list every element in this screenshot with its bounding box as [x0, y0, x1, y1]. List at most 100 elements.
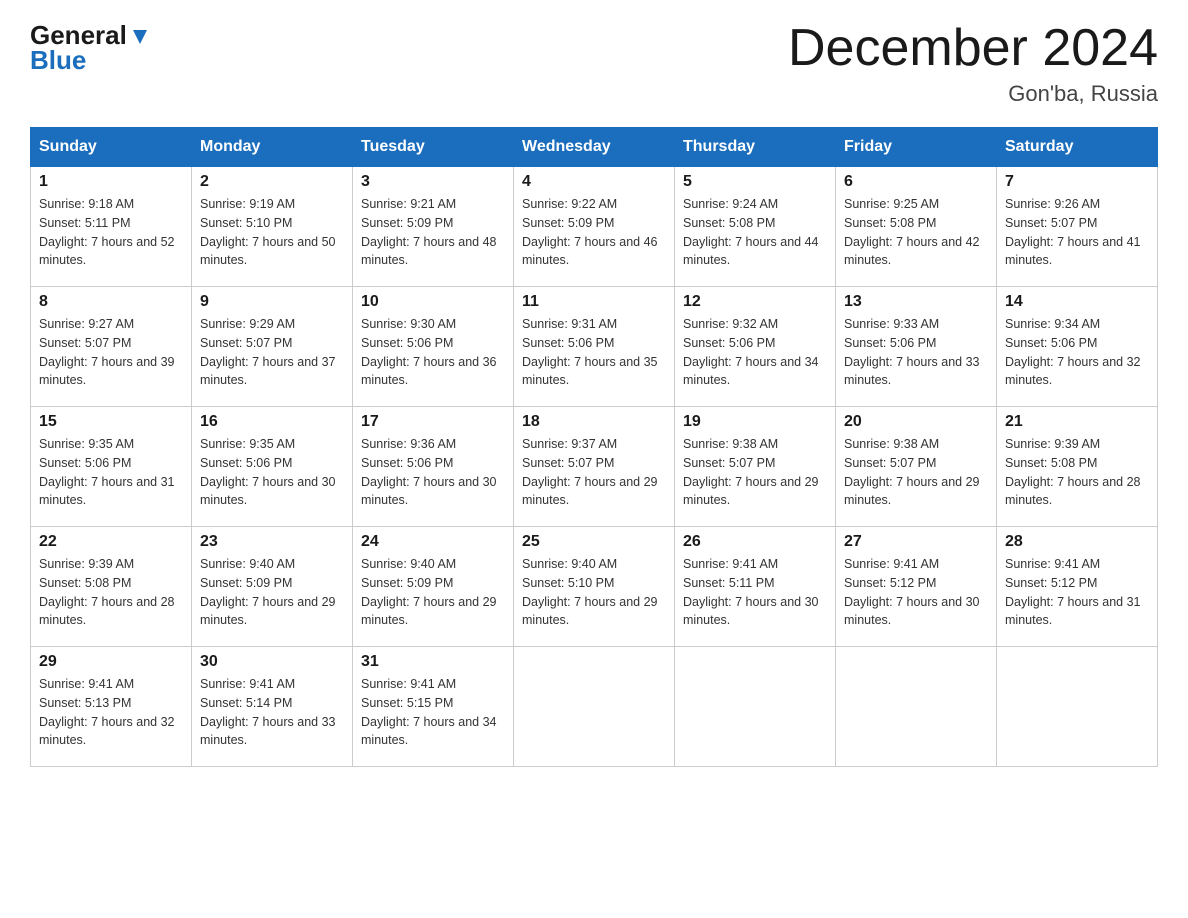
- day-cell-empty: [836, 647, 997, 767]
- calendar-subtitle: Gon'ba, Russia: [788, 81, 1158, 107]
- day-number: 30: [200, 653, 344, 671]
- day-info: Sunrise: 9:38 AMSunset: 5:07 PMDaylight:…: [683, 437, 819, 507]
- logo: General Blue: [30, 20, 151, 76]
- day-info: Sunrise: 9:29 AMSunset: 5:07 PMDaylight:…: [200, 317, 336, 387]
- logo-blue-text: Blue: [30, 45, 86, 76]
- day-cell-5: 5 Sunrise: 9:24 AMSunset: 5:08 PMDayligh…: [675, 167, 836, 287]
- col-wednesday: Wednesday: [514, 128, 675, 167]
- day-info: Sunrise: 9:41 AMSunset: 5:12 PMDaylight:…: [844, 557, 980, 627]
- col-monday: Monday: [192, 128, 353, 167]
- calendar-title: December 2024: [788, 20, 1158, 77]
- day-number: 31: [361, 653, 505, 671]
- calendar-header: Sunday Monday Tuesday Wednesday Thursday…: [31, 128, 1158, 167]
- day-cell-28: 28 Sunrise: 9:41 AMSunset: 5:12 PMDaylig…: [997, 527, 1158, 647]
- day-info: Sunrise: 9:41 AMSunset: 5:11 PMDaylight:…: [683, 557, 819, 627]
- day-cell-3: 3 Sunrise: 9:21 AMSunset: 5:09 PMDayligh…: [353, 167, 514, 287]
- day-cell-31: 31 Sunrise: 9:41 AMSunset: 5:15 PMDaylig…: [353, 647, 514, 767]
- day-cell-8: 8 Sunrise: 9:27 AMSunset: 5:07 PMDayligh…: [31, 287, 192, 407]
- day-number: 29: [39, 653, 183, 671]
- day-info: Sunrise: 9:24 AMSunset: 5:08 PMDaylight:…: [683, 197, 819, 267]
- day-number: 17: [361, 413, 505, 431]
- day-cell-1: 1 Sunrise: 9:18 AMSunset: 5:11 PMDayligh…: [31, 167, 192, 287]
- day-number: 3: [361, 173, 505, 191]
- day-info: Sunrise: 9:36 AMSunset: 5:06 PMDaylight:…: [361, 437, 497, 507]
- day-cell-empty: [997, 647, 1158, 767]
- day-number: 27: [844, 533, 988, 551]
- day-info: Sunrise: 9:19 AMSunset: 5:10 PMDaylight:…: [200, 197, 336, 267]
- day-info: Sunrise: 9:30 AMSunset: 5:06 PMDaylight:…: [361, 317, 497, 387]
- col-sunday: Sunday: [31, 128, 192, 167]
- day-number: 28: [1005, 533, 1149, 551]
- logo-triangle-icon: [129, 26, 151, 48]
- day-cell-25: 25 Sunrise: 9:40 AMSunset: 5:10 PMDaylig…: [514, 527, 675, 647]
- day-info: Sunrise: 9:39 AMSunset: 5:08 PMDaylight:…: [39, 557, 175, 627]
- day-cell-18: 18 Sunrise: 9:37 AMSunset: 5:07 PMDaylig…: [514, 407, 675, 527]
- day-info: Sunrise: 9:21 AMSunset: 5:09 PMDaylight:…: [361, 197, 497, 267]
- day-cell-9: 9 Sunrise: 9:29 AMSunset: 5:07 PMDayligh…: [192, 287, 353, 407]
- day-info: Sunrise: 9:32 AMSunset: 5:06 PMDaylight:…: [683, 317, 819, 387]
- day-number: 21: [1005, 413, 1149, 431]
- day-cell-30: 30 Sunrise: 9:41 AMSunset: 5:14 PMDaylig…: [192, 647, 353, 767]
- day-number: 20: [844, 413, 988, 431]
- day-info: Sunrise: 9:27 AMSunset: 5:07 PMDaylight:…: [39, 317, 175, 387]
- day-cell-15: 15 Sunrise: 9:35 AMSunset: 5:06 PMDaylig…: [31, 407, 192, 527]
- day-number: 1: [39, 173, 183, 191]
- day-info: Sunrise: 9:40 AMSunset: 5:09 PMDaylight:…: [361, 557, 497, 627]
- day-cell-20: 20 Sunrise: 9:38 AMSunset: 5:07 PMDaylig…: [836, 407, 997, 527]
- day-info: Sunrise: 9:18 AMSunset: 5:11 PMDaylight:…: [39, 197, 175, 267]
- day-number: 9: [200, 293, 344, 311]
- week-row-3: 15 Sunrise: 9:35 AMSunset: 5:06 PMDaylig…: [31, 407, 1158, 527]
- day-cell-2: 2 Sunrise: 9:19 AMSunset: 5:10 PMDayligh…: [192, 167, 353, 287]
- day-info: Sunrise: 9:37 AMSunset: 5:07 PMDaylight:…: [522, 437, 658, 507]
- day-cell-empty: [514, 647, 675, 767]
- day-info: Sunrise: 9:40 AMSunset: 5:10 PMDaylight:…: [522, 557, 658, 627]
- day-number: 2: [200, 173, 344, 191]
- day-number: 23: [200, 533, 344, 551]
- day-number: 11: [522, 293, 666, 311]
- day-cell-empty: [675, 647, 836, 767]
- day-info: Sunrise: 9:41 AMSunset: 5:12 PMDaylight:…: [1005, 557, 1141, 627]
- day-number: 15: [39, 413, 183, 431]
- day-info: Sunrise: 9:34 AMSunset: 5:06 PMDaylight:…: [1005, 317, 1141, 387]
- day-cell-12: 12 Sunrise: 9:32 AMSunset: 5:06 PMDaylig…: [675, 287, 836, 407]
- day-cell-4: 4 Sunrise: 9:22 AMSunset: 5:09 PMDayligh…: [514, 167, 675, 287]
- day-info: Sunrise: 9:41 AMSunset: 5:13 PMDaylight:…: [39, 677, 175, 747]
- day-info: Sunrise: 9:38 AMSunset: 5:07 PMDaylight:…: [844, 437, 980, 507]
- day-cell-26: 26 Sunrise: 9:41 AMSunset: 5:11 PMDaylig…: [675, 527, 836, 647]
- day-number: 7: [1005, 173, 1149, 191]
- day-info: Sunrise: 9:33 AMSunset: 5:06 PMDaylight:…: [844, 317, 980, 387]
- week-row-5: 29 Sunrise: 9:41 AMSunset: 5:13 PMDaylig…: [31, 647, 1158, 767]
- week-row-1: 1 Sunrise: 9:18 AMSunset: 5:11 PMDayligh…: [31, 167, 1158, 287]
- day-info: Sunrise: 9:26 AMSunset: 5:07 PMDaylight:…: [1005, 197, 1141, 267]
- title-block: December 2024 Gon'ba, Russia: [788, 20, 1158, 107]
- day-cell-29: 29 Sunrise: 9:41 AMSunset: 5:13 PMDaylig…: [31, 647, 192, 767]
- day-info: Sunrise: 9:41 AMSunset: 5:14 PMDaylight:…: [200, 677, 336, 747]
- day-info: Sunrise: 9:41 AMSunset: 5:15 PMDaylight:…: [361, 677, 497, 747]
- day-info: Sunrise: 9:35 AMSunset: 5:06 PMDaylight:…: [200, 437, 336, 507]
- day-cell-23: 23 Sunrise: 9:40 AMSunset: 5:09 PMDaylig…: [192, 527, 353, 647]
- calendar-body: 1 Sunrise: 9:18 AMSunset: 5:11 PMDayligh…: [31, 167, 1158, 767]
- day-number: 12: [683, 293, 827, 311]
- day-number: 5: [683, 173, 827, 191]
- day-cell-22: 22 Sunrise: 9:39 AMSunset: 5:08 PMDaylig…: [31, 527, 192, 647]
- day-info: Sunrise: 9:40 AMSunset: 5:09 PMDaylight:…: [200, 557, 336, 627]
- day-cell-24: 24 Sunrise: 9:40 AMSunset: 5:09 PMDaylig…: [353, 527, 514, 647]
- day-cell-16: 16 Sunrise: 9:35 AMSunset: 5:06 PMDaylig…: [192, 407, 353, 527]
- day-number: 10: [361, 293, 505, 311]
- day-number: 16: [200, 413, 344, 431]
- day-number: 19: [683, 413, 827, 431]
- calendar-table: Sunday Monday Tuesday Wednesday Thursday…: [30, 127, 1158, 767]
- week-row-2: 8 Sunrise: 9:27 AMSunset: 5:07 PMDayligh…: [31, 287, 1158, 407]
- day-cell-11: 11 Sunrise: 9:31 AMSunset: 5:06 PMDaylig…: [514, 287, 675, 407]
- day-number: 26: [683, 533, 827, 551]
- day-cell-6: 6 Sunrise: 9:25 AMSunset: 5:08 PMDayligh…: [836, 167, 997, 287]
- day-cell-17: 17 Sunrise: 9:36 AMSunset: 5:06 PMDaylig…: [353, 407, 514, 527]
- day-number: 24: [361, 533, 505, 551]
- header-row: Sunday Monday Tuesday Wednesday Thursday…: [31, 128, 1158, 167]
- col-tuesday: Tuesday: [353, 128, 514, 167]
- day-number: 14: [1005, 293, 1149, 311]
- day-cell-21: 21 Sunrise: 9:39 AMSunset: 5:08 PMDaylig…: [997, 407, 1158, 527]
- day-info: Sunrise: 9:25 AMSunset: 5:08 PMDaylight:…: [844, 197, 980, 267]
- day-number: 22: [39, 533, 183, 551]
- day-cell-13: 13 Sunrise: 9:33 AMSunset: 5:06 PMDaylig…: [836, 287, 997, 407]
